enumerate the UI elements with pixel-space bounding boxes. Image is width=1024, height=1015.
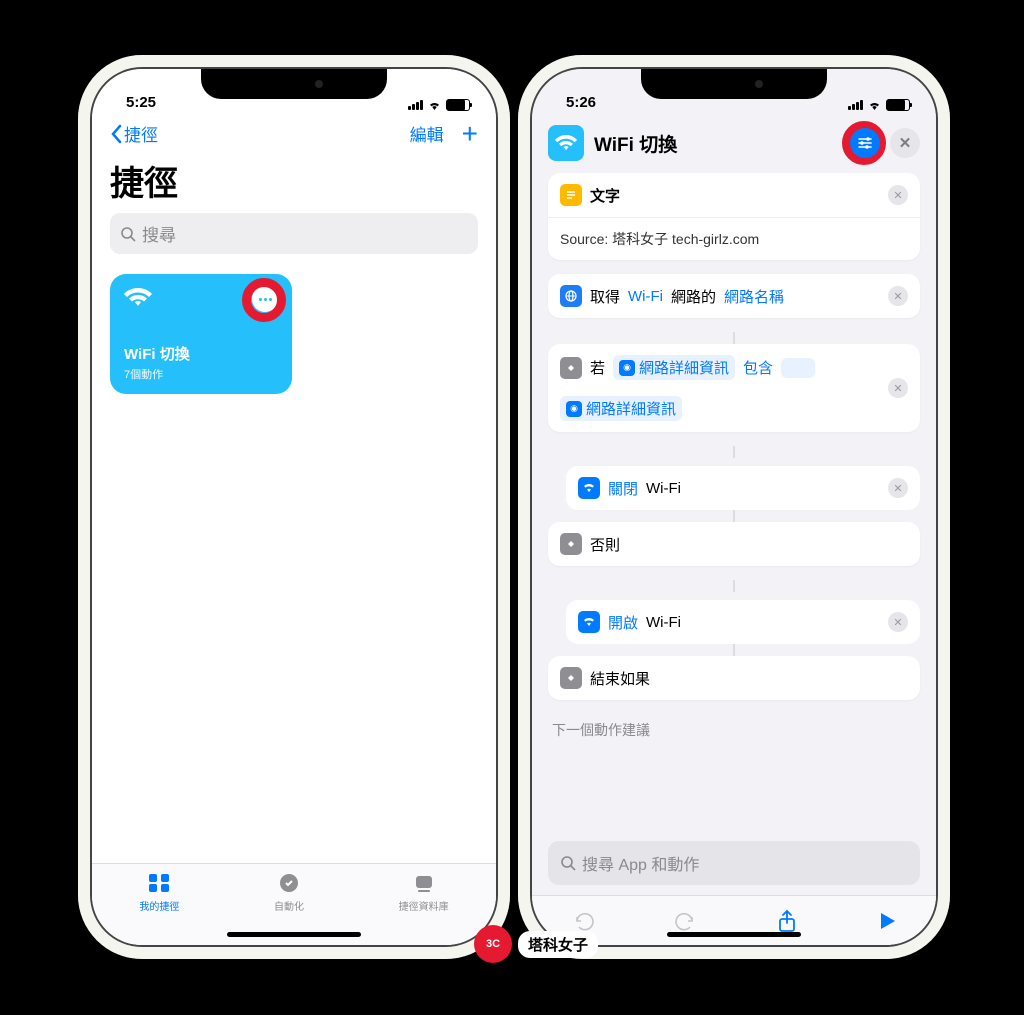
scripting-icon (560, 667, 582, 689)
add-button[interactable]: + (462, 124, 478, 144)
text-content[interactable]: Source: 塔科女子 tech-girlz.com (560, 229, 759, 249)
editor-body[interactable]: 文字 ✕ Source: 塔科女子 tech-girlz.com 取得 Wi-F… (532, 173, 936, 831)
run-button[interactable] (877, 910, 897, 932)
delete-action-button[interactable]: ✕ (888, 378, 908, 398)
cellular-icon (848, 100, 863, 110)
delete-action-button[interactable]: ✕ (888, 185, 908, 205)
shortcut-title[interactable]: WiFi 切換 (594, 130, 840, 157)
phone-frame-right: 5:26 WiFi 切換 ✕ 文字 (518, 55, 950, 959)
search-icon (120, 226, 136, 242)
chevron-left-icon (110, 124, 122, 144)
shortcut-icon[interactable] (548, 125, 584, 161)
redo-button[interactable] (674, 910, 698, 932)
token-off[interactable]: 關閉 (608, 478, 638, 499)
wifi-icon (555, 134, 577, 152)
action-set-wifi-off[interactable]: 關閉 Wi-Fi ✕ (566, 466, 920, 510)
watermark-text: 塔科女子 (518, 931, 598, 958)
next-action-suggestion-label: 下一個動作建議 (548, 714, 920, 744)
status-indicators (408, 99, 470, 111)
search-placeholder: 搜尋 (142, 221, 176, 246)
wifi-icon (578, 477, 600, 499)
token-wifi[interactable]: Wi-Fi (628, 288, 663, 305)
tile-title: WiFi 切換 (124, 343, 278, 364)
close-button[interactable]: ✕ (890, 128, 920, 158)
battery-icon (446, 99, 470, 111)
network-icon (560, 285, 582, 307)
action-label: 文字 (590, 185, 620, 206)
wifi-icon (124, 286, 152, 308)
search-icon (560, 855, 576, 871)
token-network-name[interactable]: 網路名稱 (724, 286, 784, 307)
action-connector (548, 644, 920, 656)
shortcut-tile-wifi-toggle[interactable]: WiFi 切換 7個動作 (110, 274, 292, 394)
back-button[interactable]: 捷徑 (110, 121, 158, 146)
home-indicator[interactable] (227, 932, 361, 937)
action-connector (548, 332, 920, 344)
settings-button[interactable] (850, 128, 880, 158)
variable-network-details-line2[interactable]: ◉網路詳細資訊 (560, 396, 682, 421)
action-connector (548, 446, 920, 458)
action-text[interactable]: 文字 ✕ Source: 塔科女子 tech-girlz.com (548, 173, 920, 260)
wifi-icon (427, 100, 442, 111)
tab-gallery[interactable]: 捷徑資料庫 (399, 872, 449, 945)
cellular-icon (408, 100, 423, 110)
tile-subtitle: 7個動作 (124, 366, 278, 382)
tab-my-shortcuts[interactable]: 我的捷徑 (139, 872, 179, 945)
delete-action-button[interactable]: ✕ (888, 478, 908, 498)
page-title: 捷徑 (92, 152, 496, 213)
watermark-badge: 3C (474, 925, 512, 963)
search-input[interactable]: 搜尋 (110, 213, 478, 254)
back-label: 捷徑 (124, 121, 158, 146)
phone-frame-left: 5:25 捷徑 編輯 + 捷徑 搜尋 (78, 55, 510, 959)
nav-bar: 捷徑 編輯 + (92, 115, 496, 152)
sliders-icon (857, 135, 873, 151)
text-icon (560, 184, 582, 206)
annotation-highlight-ring (242, 278, 286, 322)
token-on[interactable]: 開啟 (608, 612, 638, 633)
editor-header: WiFi 切換 ✕ (532, 115, 936, 173)
action-set-wifi-on[interactable]: 開啟 Wi-Fi ✕ (566, 600, 920, 644)
delete-action-button[interactable]: ✕ (888, 612, 908, 632)
variable-network-details[interactable]: ◉網路詳細資訊 (613, 355, 735, 380)
blank-value[interactable] (781, 358, 815, 378)
notch (201, 69, 387, 99)
notch (641, 69, 827, 99)
search-apps-placeholder: 搜尋 App 和動作 (582, 851, 699, 875)
share-button[interactable] (776, 909, 798, 933)
wifi-icon (867, 100, 882, 111)
search-apps-input[interactable]: 搜尋 App 和動作 (548, 841, 920, 885)
battery-icon (886, 99, 910, 111)
status-time: 5:26 (566, 94, 596, 111)
grid-icon (147, 872, 171, 894)
delete-action-button[interactable]: ✕ (888, 286, 908, 306)
action-get-network-details[interactable]: 取得 Wi-Fi 網路的 網路名稱 ✕ (548, 274, 920, 318)
automation-icon (277, 872, 301, 894)
scripting-icon (560, 533, 582, 555)
token-contains[interactable]: 包含 (743, 357, 773, 378)
action-if[interactable]: 若 ◉網路詳細資訊 包含 ✕ ◉網路詳細資訊 (548, 344, 920, 432)
status-time: 5:25 (126, 94, 156, 111)
action-connector (548, 580, 920, 592)
wifi-icon (578, 611, 600, 633)
status-indicators (848, 99, 910, 111)
home-indicator[interactable] (667, 932, 801, 937)
gallery-icon (412, 872, 436, 894)
action-end-if[interactable]: 結束如果 (548, 656, 920, 700)
action-else[interactable]: 否則 (548, 522, 920, 566)
screen-shortcut-editor: 5:26 WiFi 切換 ✕ 文字 (532, 69, 936, 945)
watermark: 3C 塔科女子 (474, 925, 598, 963)
scripting-icon (560, 357, 582, 379)
action-connector (548, 510, 920, 522)
edit-button[interactable]: 編輯 (410, 121, 444, 146)
screen-shortcuts-library: 5:25 捷徑 編輯 + 捷徑 搜尋 (92, 69, 496, 945)
